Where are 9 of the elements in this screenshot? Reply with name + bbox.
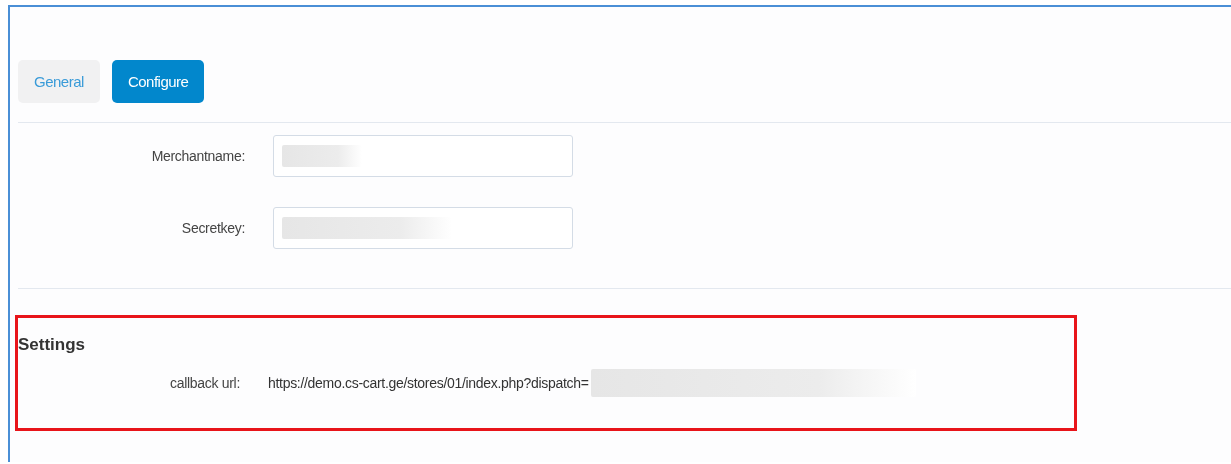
callback-url: https://demo.cs-cart.ge/stores/01/index.php?dispatch= [268, 375, 589, 391]
input-field[interactable] [273, 207, 573, 249]
field-label: callback url: [168, 375, 240, 391]
section-heading: Settings [18, 335, 86, 355]
tab[interactable]: General [18, 60, 100, 103]
input-field[interactable] [273, 135, 573, 177]
field-label: Secretkey: [180, 220, 245, 236]
tab[interactable]: Configure [111, 60, 205, 103]
field-label: Merchantname: [150, 148, 245, 164]
